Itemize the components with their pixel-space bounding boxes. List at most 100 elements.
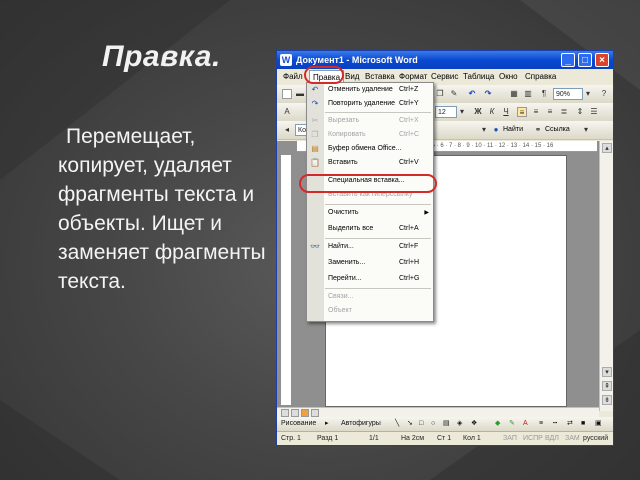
maximize-button[interactable]: □: [578, 53, 592, 67]
align-right-icon[interactable]: ≡: [545, 107, 555, 117]
link-icon[interactable]: ⚭: [533, 125, 543, 135]
page-layout-view-icon[interactable]: [301, 409, 309, 417]
menu-file[interactable]: Файл: [283, 69, 303, 85]
menu-tools[interactable]: Сервис: [431, 69, 458, 85]
scroll-down-icon[interactable]: ▾: [602, 367, 612, 377]
drawing-toolbar: Рисование ▸ Автофигуры ╲ ➘ □ ○ ▤ ◈ ❖ ◆ ✎…: [277, 417, 613, 431]
copy-menu-icon: ❐: [311, 130, 319, 139]
underline-icon[interactable]: Ч: [501, 107, 511, 117]
line-icon[interactable]: ╲: [395, 417, 399, 431]
styles-icon[interactable]: A: [282, 107, 292, 117]
menu-item-copy[interactable]: Копировать Ctrl+C: [325, 129, 433, 141]
links-button[interactable]: Ссылка: [545, 125, 570, 135]
scroll-up-icon[interactable]: ▴: [602, 143, 612, 153]
normal-view-icon[interactable]: [281, 409, 289, 417]
outline-view-icon[interactable]: [311, 409, 319, 417]
find-icon[interactable]: ●: [491, 125, 501, 135]
menu-item-replace[interactable]: Заменить... Ctrl+H: [325, 257, 433, 269]
dash-style-icon[interactable]: ┅: [553, 417, 557, 431]
menu-item-cut[interactable]: Вырезать Ctrl+X: [325, 115, 433, 127]
new-document-icon[interactable]: [282, 89, 292, 99]
web-view-icon[interactable]: [291, 409, 299, 417]
status-bar: Стр. 1 Разд 1 1/1 На 2см Ст 1 Кол 1 ЗАП …: [277, 431, 613, 445]
search-dropdown-icon[interactable]: ▾: [479, 125, 489, 135]
status-trk: ИСПР: [523, 435, 543, 442]
menu-separator: [325, 204, 431, 205]
next-page-icon[interactable]: ⇟: [602, 395, 612, 405]
status-col: Кол 1: [463, 435, 481, 442]
menu-separator: [325, 288, 431, 289]
prev-page-icon[interactable]: ⇞: [602, 381, 612, 391]
menu-separator: [325, 238, 431, 239]
format-painter-icon[interactable]: ✎: [449, 89, 459, 99]
arrow-style-icon[interactable]: ⇄: [567, 417, 573, 431]
rectangle-icon[interactable]: □: [419, 417, 423, 431]
undo-icon[interactable]: ↶: [467, 89, 477, 99]
font-color-icon[interactable]: A: [523, 417, 528, 431]
back-icon[interactable]: ◂: [282, 125, 292, 135]
align-left-icon[interactable]: ≡: [517, 107, 527, 117]
line-color-icon[interactable]: ✎: [509, 417, 515, 431]
menu-item-object[interactable]: Объект: [325, 305, 433, 317]
help-icon[interactable]: ?: [599, 89, 609, 99]
menu-item-goto[interactable]: Перейти... Ctrl+G: [325, 273, 433, 285]
wordart-icon[interactable]: ◈: [457, 417, 462, 431]
menu-item-undo[interactable]: Отменить удаление Ctrl+Z: [325, 84, 433, 96]
arrow-icon[interactable]: ➘: [407, 417, 413, 431]
3d-icon[interactable]: ▣: [595, 417, 602, 431]
vertical-ruler: [281, 155, 291, 405]
line-spacing-icon[interactable]: ⇕: [575, 107, 585, 117]
shadow-icon[interactable]: ■: [581, 417, 585, 431]
status-page: Стр. 1: [281, 435, 301, 442]
font-size-dropdown-icon[interactable]: ▾: [457, 107, 467, 117]
oval-icon[interactable]: ○: [431, 417, 435, 431]
menu-item-links[interactable]: Связи...: [325, 291, 433, 303]
draw-menu[interactable]: Рисование: [281, 417, 316, 431]
slide-body-text: Перемещает, копирует, удаляет фрагменты …: [58, 125, 266, 293]
columns-icon[interactable]: ▥: [523, 89, 533, 99]
find-button[interactable]: Найти: [503, 125, 523, 135]
menu-separator: [325, 112, 431, 113]
minimize-button[interactable]: _: [561, 53, 575, 67]
cut-menu-icon: ✂: [311, 116, 319, 125]
menu-item-find[interactable]: Найти... Ctrl+F: [325, 241, 433, 253]
fill-color-icon[interactable]: ◆: [495, 417, 500, 431]
status-pages: 1/1: [369, 435, 379, 442]
italic-icon[interactable]: К: [487, 107, 497, 117]
textbox-icon[interactable]: ▤: [443, 417, 450, 431]
autoshapes-menu[interactable]: Автофигуры: [341, 417, 381, 431]
highlight-ring-paste-special: [299, 174, 437, 193]
menu-help[interactable]: Справка: [525, 69, 556, 85]
undo-menu-icon: ↶: [311, 85, 319, 94]
font-size-field[interactable]: 12: [435, 106, 457, 118]
copy-icon[interactable]: ❐: [435, 89, 445, 99]
menu-table[interactable]: Таблица: [463, 69, 494, 85]
bold-icon[interactable]: Ж: [473, 107, 483, 117]
menu-item-office-clipboard[interactable]: Буфер обмена Office...: [325, 143, 433, 155]
menu-item-select-all[interactable]: Выделить все Ctrl+A: [325, 223, 433, 235]
toolbar-dropdown-icon[interactable]: ▾: [581, 125, 591, 135]
menu-window[interactable]: Окно: [499, 69, 518, 85]
status-language: русский: [583, 435, 609, 442]
vertical-scrollbar[interactable]: ▴ ▾ ⇞ ⇟: [599, 141, 613, 411]
zoom-dropdown-icon[interactable]: ▾: [583, 89, 593, 99]
justify-icon[interactable]: ≣: [559, 107, 569, 117]
status-rec: ЗАП: [503, 435, 517, 442]
slide-title: Правка.: [102, 40, 221, 73]
line-style-icon[interactable]: ≡: [539, 417, 543, 431]
redo-icon[interactable]: ↷: [483, 89, 493, 99]
pilcrow-icon[interactable]: ¶: [539, 89, 549, 99]
select-arrow-icon[interactable]: ▸: [325, 417, 329, 431]
open-folder-icon[interactable]: ▬: [295, 89, 305, 99]
align-center-icon[interactable]: ≡: [531, 107, 541, 117]
zoom-field[interactable]: 90%: [553, 88, 583, 100]
menu-item-redo[interactable]: Повторить удаление Ctrl+Y: [325, 98, 433, 110]
table-icon[interactable]: ▦: [509, 89, 519, 99]
close-button[interactable]: ×: [595, 53, 609, 67]
menu-item-clear[interactable]: Очистить ▶: [325, 207, 433, 219]
clipart-icon[interactable]: ❖: [471, 417, 477, 431]
menu-item-paste[interactable]: Вставить Ctrl+V: [325, 157, 433, 169]
status-section: Разд 1: [317, 435, 339, 442]
edit-menu-dropdown: ↶ Отменить удаление Ctrl+Z ↷ Повторить у…: [306, 82, 434, 322]
numbering-icon[interactable]: ☰: [589, 107, 599, 117]
